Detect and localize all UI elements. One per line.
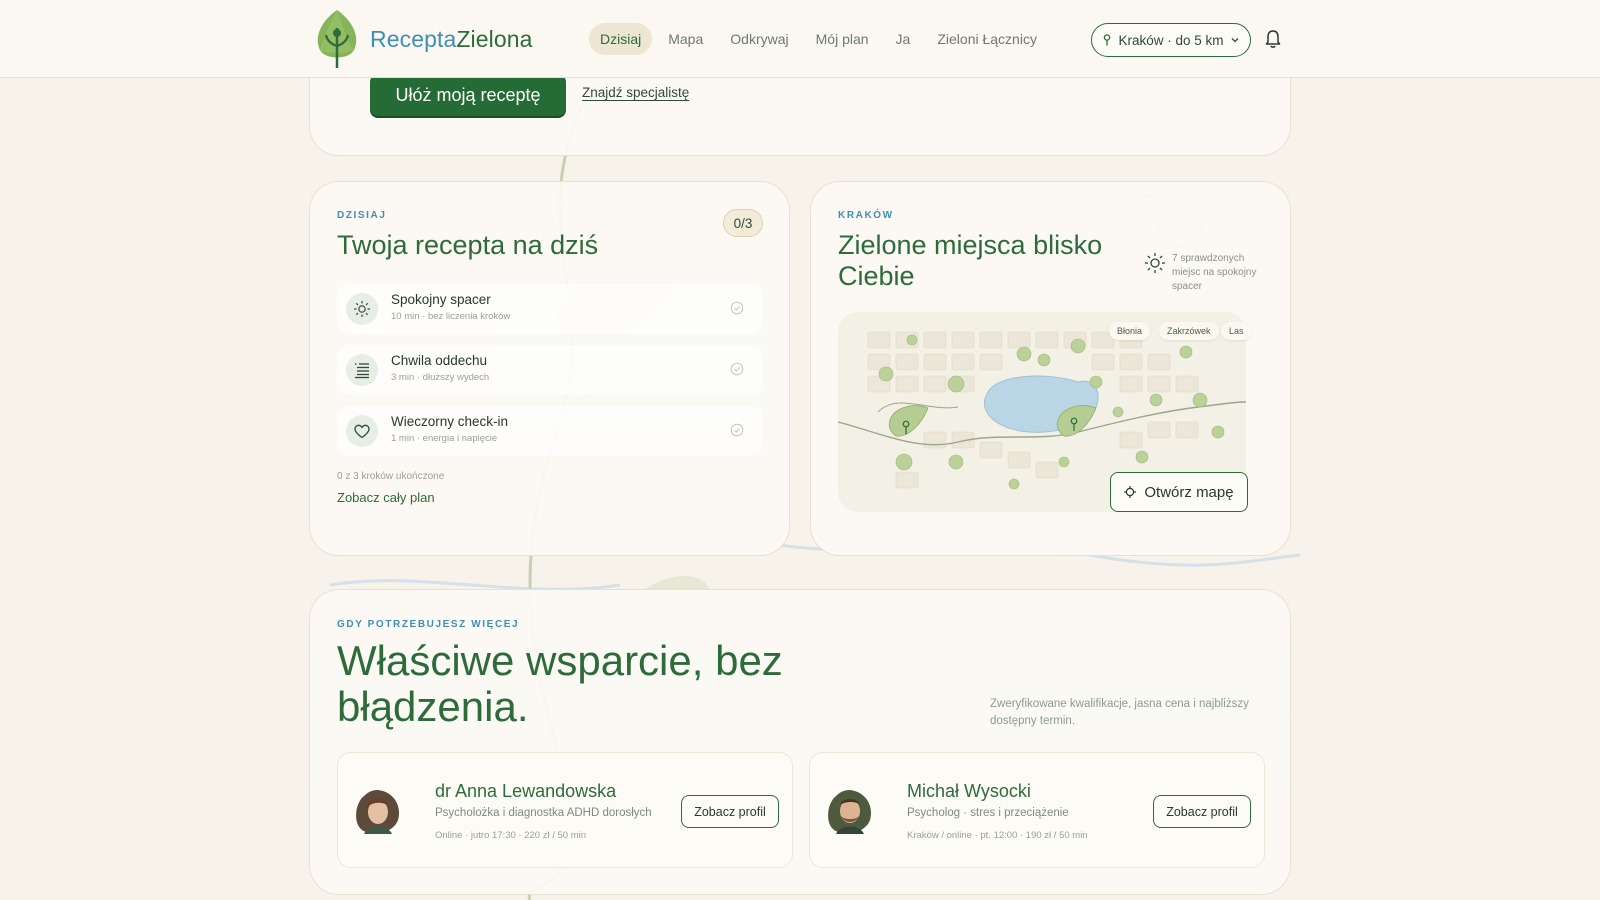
chevron-down-icon <box>1231 38 1238 43</box>
specialist-meta: Online · jutro 17:30 · 220 zł / 50 min <box>435 830 587 841</box>
sun-icon <box>346 293 378 325</box>
check-circle-icon[interactable] <box>730 301 744 315</box>
bell-icon[interactable] <box>1265 29 1281 49</box>
crosshair-icon <box>1124 486 1137 498</box>
task-title: Wieczorny check-in <box>391 414 509 429</box>
plan-eyebrow: DZISIAJ <box>337 210 387 221</box>
specialist-meta: Kraków / online · pt. 12:00 · 190 zł / 5… <box>907 830 1088 841</box>
task-subtitle: 1 min · energia i napięcie <box>391 433 498 444</box>
plan-count-badge: 0/3 <box>723 209 763 237</box>
location-selector[interactable]: Kraków · do 5 km <box>1091 23 1251 57</box>
main-nav: Dzisiaj Mapa Odkrywaj Mój plan Ja Zielon… <box>589 23 1053 55</box>
top-header: ReceptaZielona Dzisiaj Mapa Odkrywaj Mój… <box>0 0 1600 78</box>
specialist-name: Michał Wysocki <box>907 781 1031 801</box>
lines-icon <box>346 354 378 386</box>
nav-item-moj-plan[interactable]: Mój plan <box>805 23 880 55</box>
avatar <box>356 790 400 834</box>
map-chip-las[interactable]: Las <box>1221 322 1252 340</box>
task-item[interactable]: Wieczorny check-in 1 min · energia i nap… <box>337 406 763 456</box>
plan-progress-text: 0 z 3 kroków ukończone <box>337 471 445 482</box>
task-subtitle: 3 min · dłuższy wydech <box>391 372 490 383</box>
support-description: Zweryfikowane kwalifikacje, jasna cena i… <box>990 698 1249 727</box>
places-info-text: 7 sprawdzonych miejsc na spokojny spacer <box>1172 253 1257 292</box>
task-title: Chwila oddechu <box>391 353 488 368</box>
build-prescription-button[interactable]: Ułóż moją receptę <box>370 74 566 116</box>
check-circle-icon[interactable] <box>730 423 744 437</box>
map-eyebrow: KRAKÓW <box>838 210 894 221</box>
specialist-card[interactable]: Michał Wysocki Psycholog · stres i przec… <box>809 752 1265 868</box>
nav-item-mapa[interactable]: Mapa <box>657 23 714 55</box>
avatar <box>828 790 872 834</box>
open-map-label: Otwórz mapę <box>1144 483 1234 501</box>
brand-name-part1: Recepta <box>370 25 457 52</box>
heart-icon <box>346 415 378 447</box>
brand-logo[interactable]: ReceptaZielona <box>314 8 533 70</box>
today-plan-card: DZISIAJ Twoja recepta na dziś 0/3 Spokoj… <box>309 181 790 556</box>
nav-item-zieloni-lacznicy[interactable]: Zieloni Łącznicy <box>926 23 1048 55</box>
open-map-button[interactable]: Otwórz mapę <box>1110 472 1248 512</box>
nav-item-odkrywaj[interactable]: Odkrywaj <box>719 23 799 55</box>
nav-item-dzisiaj[interactable]: Dzisiaj <box>589 23 653 55</box>
plan-title: Twoja recepta na dziś <box>337 230 599 260</box>
specialist-card[interactable]: dr Anna Lewandowska Psycholożka i diagno… <box>337 752 793 868</box>
view-profile-button[interactable]: Zobacz profil <box>681 795 779 828</box>
task-item[interactable]: Spokojny spacer 10 min · bez liczenia kr… <box>337 284 763 334</box>
brand-name: ReceptaZielona <box>370 26 533 53</box>
find-specialist-link[interactable]: Znajdź specjalistę <box>582 85 689 100</box>
task-title: Spokojny spacer <box>391 292 491 307</box>
map-title: Zielone miejsca blisko Ciebie <box>838 230 1103 291</box>
sun-icon <box>1145 253 1165 273</box>
map-chip-zakrzowek[interactable]: Zakrzówek <box>1159 322 1219 340</box>
leaf-logo-icon <box>317 10 357 68</box>
support-eyebrow: GDY POTRZEBUJESZ WIĘCEJ <box>337 619 520 630</box>
support-card: GDY POTRZEBUJESZ WIĘCEJ Właściwe wsparci… <box>309 589 1291 895</box>
map-chip-blonia[interactable]: Błonia <box>1109 322 1151 340</box>
view-profile-button[interactable]: Zobacz profil <box>1153 795 1251 828</box>
check-circle-icon[interactable] <box>730 362 744 376</box>
nav-item-ja[interactable]: Ja <box>885 23 922 55</box>
specialist-role: Psycholożka i diagnostka ADHD dorosłych <box>435 807 652 819</box>
see-full-plan-link[interactable]: Zobacz cały plan <box>337 490 435 505</box>
task-item[interactable]: Chwila oddechu 3 min · dłuższy wydech <box>337 345 763 395</box>
task-subtitle: 10 min · bez liczenia kroków <box>391 311 511 322</box>
green-places-card: KRAKÓW Zielone miejsca blisko Ciebie 7 s… <box>810 181 1291 556</box>
places-info: 7 sprawdzonych miejsc na spokojny spacer <box>1144 252 1264 294</box>
pin-icon <box>1104 34 1111 46</box>
support-title: Właściwe wsparcie, bez błądzenia. <box>337 637 783 730</box>
brand-name-part2: Zielona <box>456 25 533 52</box>
specialist-role: Psycholog · stres i przeciążenie <box>907 807 1069 819</box>
location-label: Kraków · do 5 km <box>1118 32 1224 48</box>
specialist-name: dr Anna Lewandowska <box>435 781 617 801</box>
